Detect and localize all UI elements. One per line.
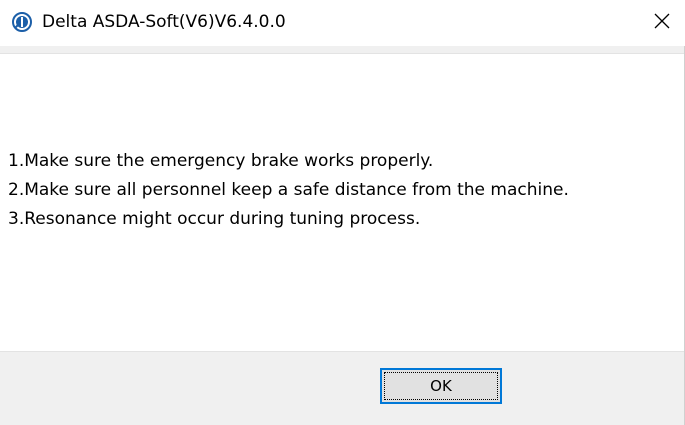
window-title: Delta ASDA-Soft(V6)V6.4.0.0: [42, 12, 286, 32]
message-panel: 1.Make sure the emergency brake works pr…: [0, 53, 685, 352]
delta-logo-icon: [12, 12, 32, 32]
message-line-1: 1.Make sure the emergency brake works pr…: [8, 151, 434, 171]
close-button[interactable]: [639, 0, 685, 46]
message-text: 1.Make sure the emergency brake works pr…: [8, 147, 569, 234]
message-line-2: 2.Make sure all personnel keep a safe di…: [8, 180, 569, 200]
message-line-3: 3.Resonance might occur during tuning pr…: [8, 209, 421, 229]
title-bar: Delta ASDA-Soft(V6)V6.4.0.0: [0, 0, 685, 46]
ok-button[interactable]: OK: [380, 368, 502, 404]
close-icon: [654, 13, 670, 34]
dialog-window: Delta ASDA-Soft(V6)V6.4.0.0 1.Make sure …: [0, 0, 685, 425]
